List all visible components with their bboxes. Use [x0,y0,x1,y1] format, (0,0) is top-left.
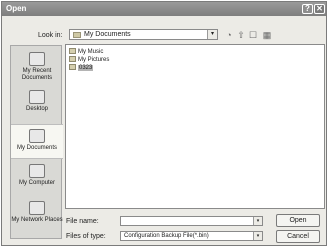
views-menu-icon[interactable]: ▦ [260,30,274,40]
place-desktop[interactable]: Desktop [11,90,63,113]
up-folder-icon[interactable]: ⇧ [236,30,246,40]
folder-icon [73,32,81,38]
look-in-label: Look in: [38,32,63,39]
place-label: My Network Places [11,217,63,223]
back-icon[interactable]: ◔ [224,30,234,40]
open-button[interactable]: Open [276,214,320,227]
folder-icon [69,48,76,54]
place-my-computer[interactable]: My Computer [11,164,63,187]
close-button[interactable]: ✕ [314,4,325,14]
help-button[interactable]: ? [302,4,313,14]
my-computer-icon [29,164,45,178]
chevron-down-icon[interactable]: ▾ [207,30,217,39]
network-places-icon [29,201,45,215]
folder-icon [69,64,76,70]
place-label: My Recent Documents [21,68,53,81]
look-in-dropdown[interactable]: My Documents ▾ [69,29,218,40]
new-folder-icon[interactable]: ☐ [248,30,258,40]
list-item[interactable]: My Pictures [69,56,109,64]
place-my-documents[interactable]: My Documents [11,124,63,159]
places-bar: My Recent Documents Desktop My Documents… [10,45,63,239]
cancel-button[interactable]: Cancel [276,230,320,243]
look-in-value: My Documents [84,31,131,38]
title-bar[interactable]: Open ? ✕ [2,2,326,16]
open-dialog: Open ? ✕ Look in: My Documents ▾ ◔ ⇧ ☐ ▦… [1,1,327,246]
place-my-recent-documents[interactable]: My Recent Documents [11,52,63,82]
chevron-down-icon[interactable]: ▾ [253,232,262,240]
file-name-input[interactable]: ▾ [120,216,263,226]
file-type-value: Configuration Backup File(*.bin) [124,233,209,239]
recent-documents-icon [29,52,45,66]
list-item[interactable]: My Music [69,48,103,56]
desktop-icon [29,90,45,104]
file-name-label: File name: [66,218,99,225]
list-item[interactable]: 0323 [69,64,94,72]
my-documents-icon [29,129,45,143]
window-title: Open [6,4,27,13]
place-label: My Documents [16,145,57,151]
place-label: Desktop [25,106,48,112]
file-type-dropdown[interactable]: Configuration Backup File(*.bin) ▾ [120,231,263,241]
place-my-network-places[interactable]: My Network Places [11,201,63,224]
chevron-down-icon[interactable]: ▾ [253,217,262,225]
file-type-label: Files of type: [66,233,106,240]
place-label: My Computer [18,180,55,186]
file-list[interactable]: My Music My Pictures 0323 [65,44,325,209]
folder-icon [69,56,76,62]
